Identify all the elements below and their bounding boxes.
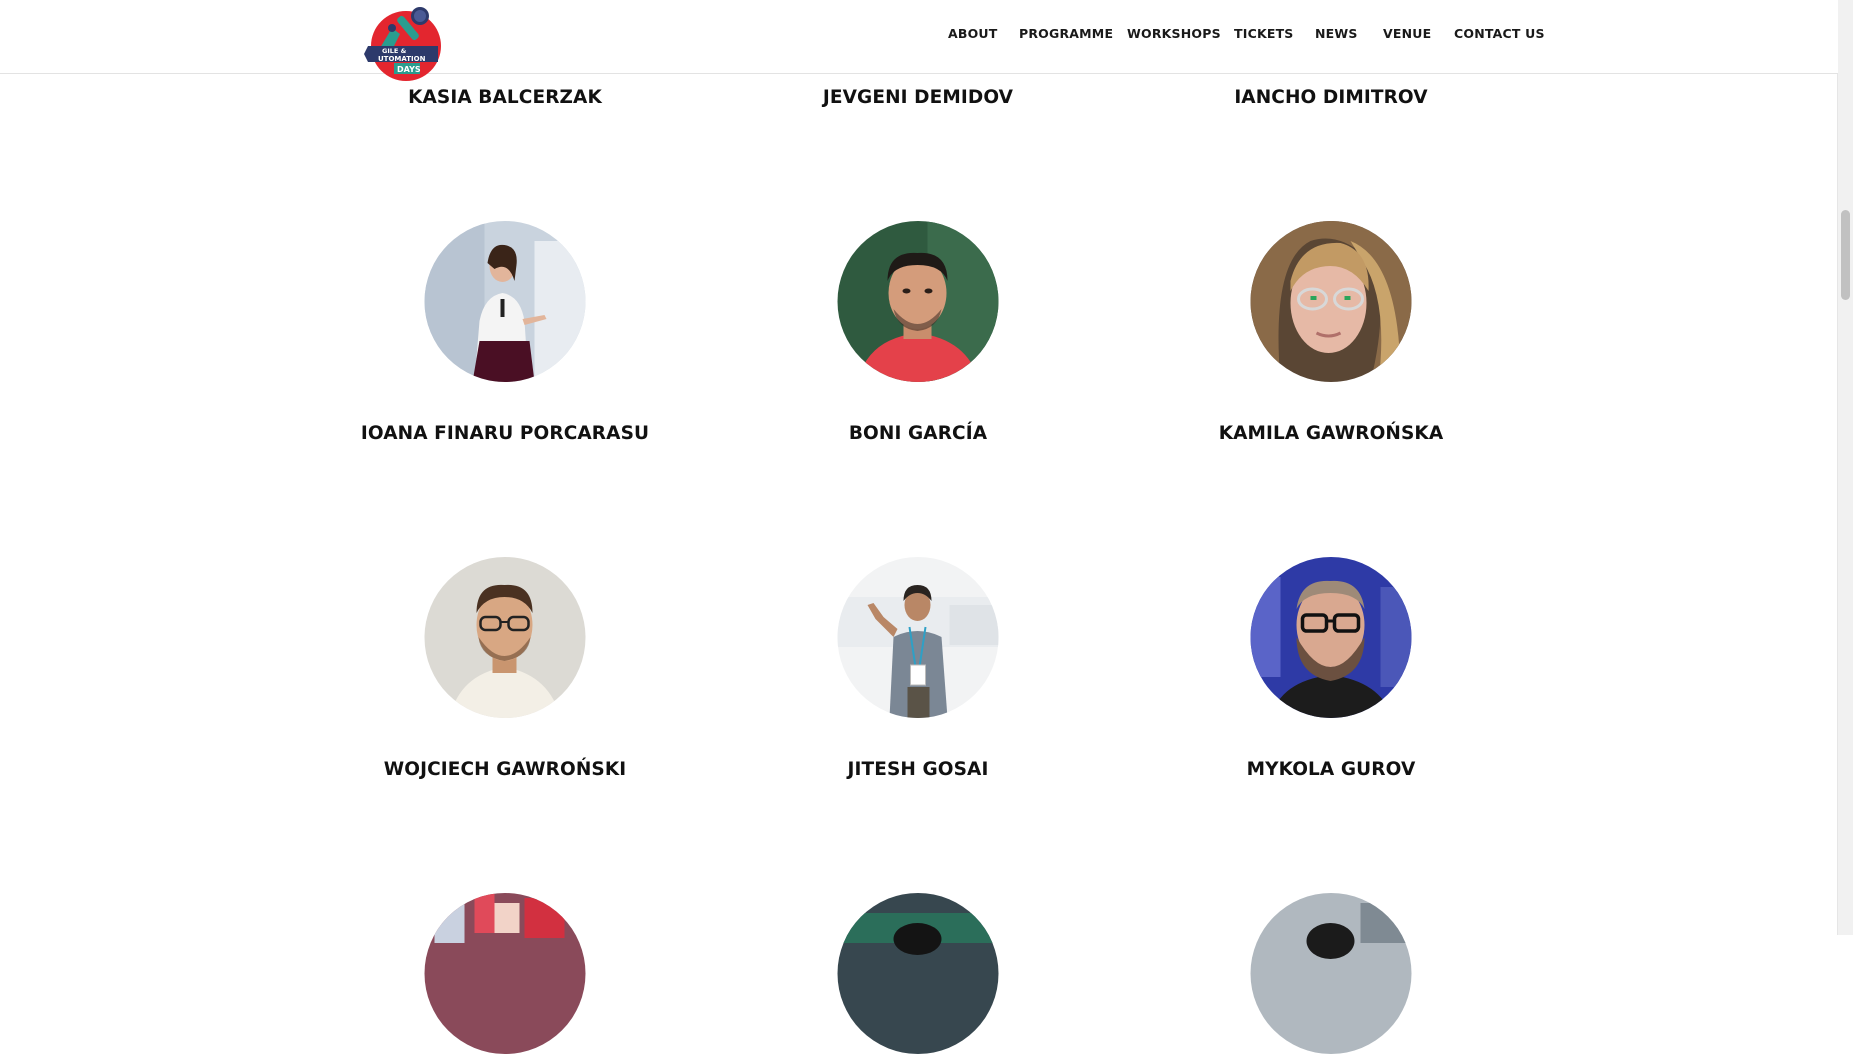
speaker-photo-image bbox=[837, 221, 999, 382]
nav-workshops[interactable]: WORKSHOPS bbox=[1127, 26, 1221, 41]
speaker-name[interactable]: KAMILA GAWROŃSKA bbox=[1171, 423, 1491, 444]
nav-tickets[interactable]: TICKETS bbox=[1234, 26, 1294, 41]
speaker-name[interactable]: BONI GARCÍA bbox=[758, 423, 1078, 444]
speaker-name[interactable]: WOJCIECH GAWROŃSKI bbox=[345, 759, 665, 780]
speaker-photo-image bbox=[424, 893, 586, 1054]
logo-text-2: UTOMATION bbox=[378, 55, 426, 63]
speaker-photo[interactable] bbox=[837, 221, 999, 382]
speaker-photo[interactable] bbox=[837, 893, 999, 1054]
speaker-photo[interactable] bbox=[424, 221, 586, 382]
site-header: ABOUT PROGRAMME WORKSHOPS TICKETS NEWS V… bbox=[0, 0, 1838, 74]
speaker-photo-image bbox=[1250, 221, 1412, 382]
speaker-photo-image bbox=[1250, 893, 1412, 1054]
site-logo[interactable]: GILE & UTOMATION DAYS bbox=[364, 6, 444, 82]
speaker-name[interactable]: MYKOLA GUROV bbox=[1171, 759, 1491, 780]
speaker-photo[interactable] bbox=[424, 893, 586, 1054]
speaker-photo-image bbox=[424, 557, 586, 718]
logo-text-3: DAYS bbox=[397, 65, 421, 74]
speaker-photo-image bbox=[424, 221, 586, 382]
speaker-photo[interactable] bbox=[1250, 893, 1412, 1054]
speaker-photo-image bbox=[837, 557, 999, 718]
logo-icon: GILE & UTOMATION DAYS bbox=[364, 7, 441, 81]
nav-programme[interactable]: PROGRAMME bbox=[1019, 26, 1113, 41]
nav-about[interactable]: ABOUT bbox=[948, 26, 998, 41]
speaker-name[interactable]: KASIA BALCERZAK bbox=[345, 87, 665, 108]
speaker-photo-image bbox=[837, 893, 999, 1054]
logo-text-1: GILE & bbox=[382, 47, 407, 55]
page-scrollbar[interactable] bbox=[1837, 0, 1853, 935]
speaker-name[interactable]: JEVGENI DEMIDOV bbox=[758, 87, 1078, 108]
main-nav: ABOUT PROGRAMME WORKSHOPS TICKETS NEWS V… bbox=[0, 26, 1838, 46]
nav-venue[interactable]: VENUE bbox=[1383, 26, 1431, 41]
speaker-photo[interactable] bbox=[1250, 557, 1412, 718]
speaker-name[interactable]: IANCHO DIMITROV bbox=[1171, 87, 1491, 108]
speaker-photo-image bbox=[1250, 557, 1412, 718]
nav-news[interactable]: NEWS bbox=[1315, 26, 1358, 41]
speaker-name[interactable]: IOANA FINARU PORCARASU bbox=[345, 423, 665, 444]
speaker-photo[interactable] bbox=[837, 557, 999, 718]
nav-contact-us[interactable]: CONTACT US bbox=[1454, 26, 1545, 41]
scrollbar-thumb[interactable] bbox=[1841, 210, 1850, 300]
speaker-photo[interactable] bbox=[1250, 221, 1412, 382]
speaker-name[interactable]: JITESH GOSAI bbox=[758, 759, 1078, 780]
speaker-photo[interactable] bbox=[424, 557, 586, 718]
